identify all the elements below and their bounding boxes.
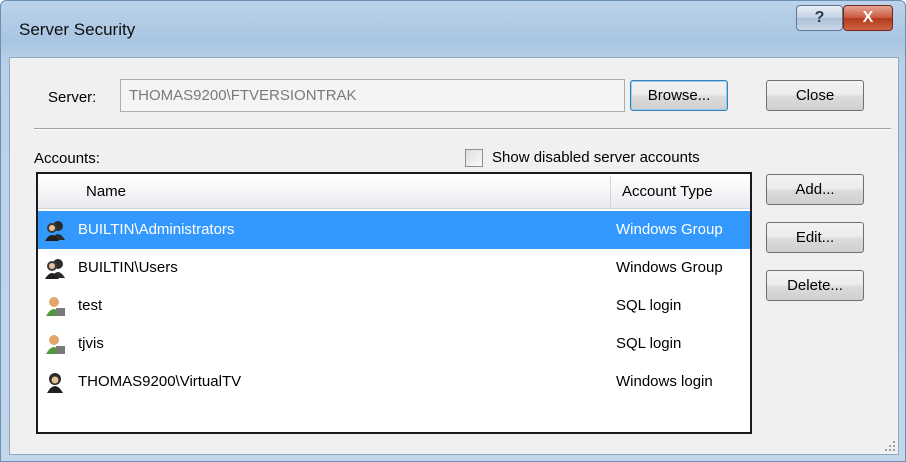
account-name: THOMAS9200\VirtualTV (78, 373, 242, 390)
windows-group-icon (45, 259, 65, 279)
divider (34, 128, 891, 130)
title-bar[interactable]: Server Security ? X (1, 1, 905, 57)
sql-login-icon (46, 297, 65, 316)
add-button[interactable]: Add... (766, 174, 864, 205)
table-row[interactable]: tjvis SQL login (38, 325, 750, 363)
resize-grip-icon[interactable] (884, 440, 896, 452)
account-name: test (78, 297, 103, 314)
show-disabled-checkbox[interactable] (465, 149, 483, 167)
account-type: Windows login (616, 373, 713, 390)
windows-group-icon (45, 221, 65, 241)
windows-login-icon (47, 373, 63, 393)
account-name: BUILTIN\Users (78, 259, 178, 276)
help-icon: ? (814, 9, 825, 26)
show-disabled-label[interactable]: Show disabled server accounts (492, 149, 700, 166)
list-header: Name Account Type (38, 174, 750, 209)
delete-button[interactable]: Delete... (766, 270, 864, 301)
window-title: Server Security (19, 20, 136, 39)
dialog-body: Server: THOMAS9200\FTVERSIONTRAK Browse.… (9, 57, 899, 455)
browse-button[interactable]: Browse... (630, 80, 728, 111)
window-close-button[interactable]: X (843, 5, 893, 31)
edit-button[interactable]: Edit... (766, 222, 864, 253)
table-row[interactable]: BUILTIN\Users Windows Group (38, 249, 750, 287)
column-header-name[interactable]: Name (86, 183, 126, 200)
server-label: Server: (48, 89, 97, 106)
account-name: BUILTIN\Administrators (78, 221, 235, 238)
account-name: tjvis (78, 335, 104, 352)
column-header-account-type[interactable]: Account Type (622, 183, 713, 200)
close-icon: X (862, 9, 874, 26)
server-field[interactable]: THOMAS9200\FTVERSIONTRAK (120, 79, 625, 112)
accounts-label: Accounts: (34, 150, 100, 167)
account-type: Windows Group (616, 259, 723, 276)
table-row[interactable]: test SQL login (38, 287, 750, 325)
help-button[interactable]: ? (796, 5, 843, 31)
table-row[interactable]: THOMAS9200\VirtualTV Windows login (38, 363, 750, 401)
sql-login-icon (46, 335, 65, 354)
account-type: SQL login (616, 335, 682, 352)
close-button[interactable]: Close (766, 80, 864, 111)
account-type: SQL login (616, 297, 682, 314)
column-separator[interactable] (610, 176, 611, 207)
server-security-window: Server Security ? X Server: THOMAS9200\F… (0, 0, 906, 462)
account-type: Windows Group (616, 221, 723, 238)
table-row[interactable]: BUILTIN\Administrators Windows Group (38, 211, 750, 249)
accounts-list[interactable]: Name Account Type BUILTIN\Administrators… (36, 172, 752, 434)
